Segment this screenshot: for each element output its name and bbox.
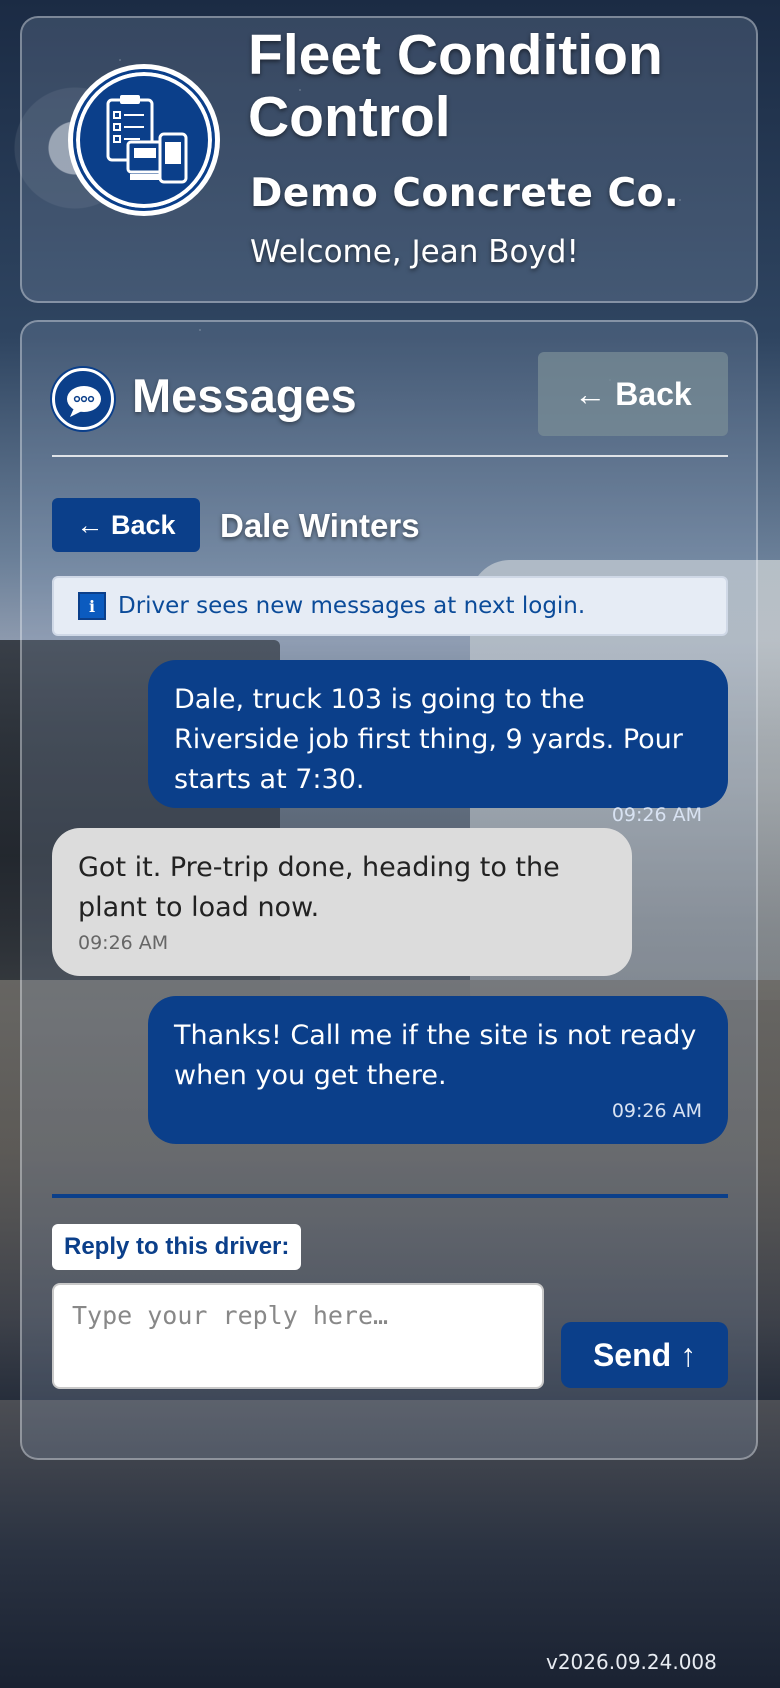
welcome-message: Welcome, Jean Boyd!: [250, 234, 579, 270]
send-button[interactable]: Send ↑: [561, 1322, 728, 1388]
app-version: v2026.09.24.008: [546, 1650, 717, 1674]
message-text: Got it. Pre-trip done, heading to the pl…: [78, 852, 560, 923]
back-button[interactable]: ← Back: [538, 352, 728, 436]
message-bubble-outgoing: Dale, truck 103 is going to the Riversid…: [148, 660, 728, 826]
thread-back-button[interactable]: ← Back: [52, 498, 200, 552]
info-banner: i Driver sees new messages at next login…: [52, 576, 728, 636]
clipboard-truck-phone-icon: [73, 69, 215, 211]
reply-input[interactable]: [52, 1283, 544, 1389]
divider: [52, 455, 728, 457]
messages-title: Messages: [132, 369, 357, 422]
chat-bubble-icon: [52, 368, 114, 430]
message-bubble-outgoing: Thanks! Call me if the site is not ready…: [148, 996, 728, 1144]
reply-divider: [52, 1194, 728, 1198]
message-time: 09:26 AM: [78, 932, 169, 954]
driver-name: Dale Winters: [220, 507, 420, 544]
app-title: Fleet Condition Control: [248, 23, 663, 149]
app-logo: [68, 64, 220, 216]
company-name: Demo Concrete Co.: [250, 171, 680, 216]
message-time: 09:26 AM: [611, 1100, 702, 1122]
info-text: Driver sees new messages at next login.: [118, 593, 586, 619]
message-text: Thanks! Call me if the site is not ready…: [174, 1020, 697, 1091]
reply-label: Reply to this driver:: [52, 1224, 302, 1270]
message-text: Dale, truck 103 is going to the Riversid…: [174, 684, 683, 795]
message-time: 09:26 AM: [611, 804, 702, 826]
info-icon: i: [78, 592, 106, 620]
message-bubble-incoming: Got it. Pre-trip done, heading to the pl…: [52, 828, 632, 976]
